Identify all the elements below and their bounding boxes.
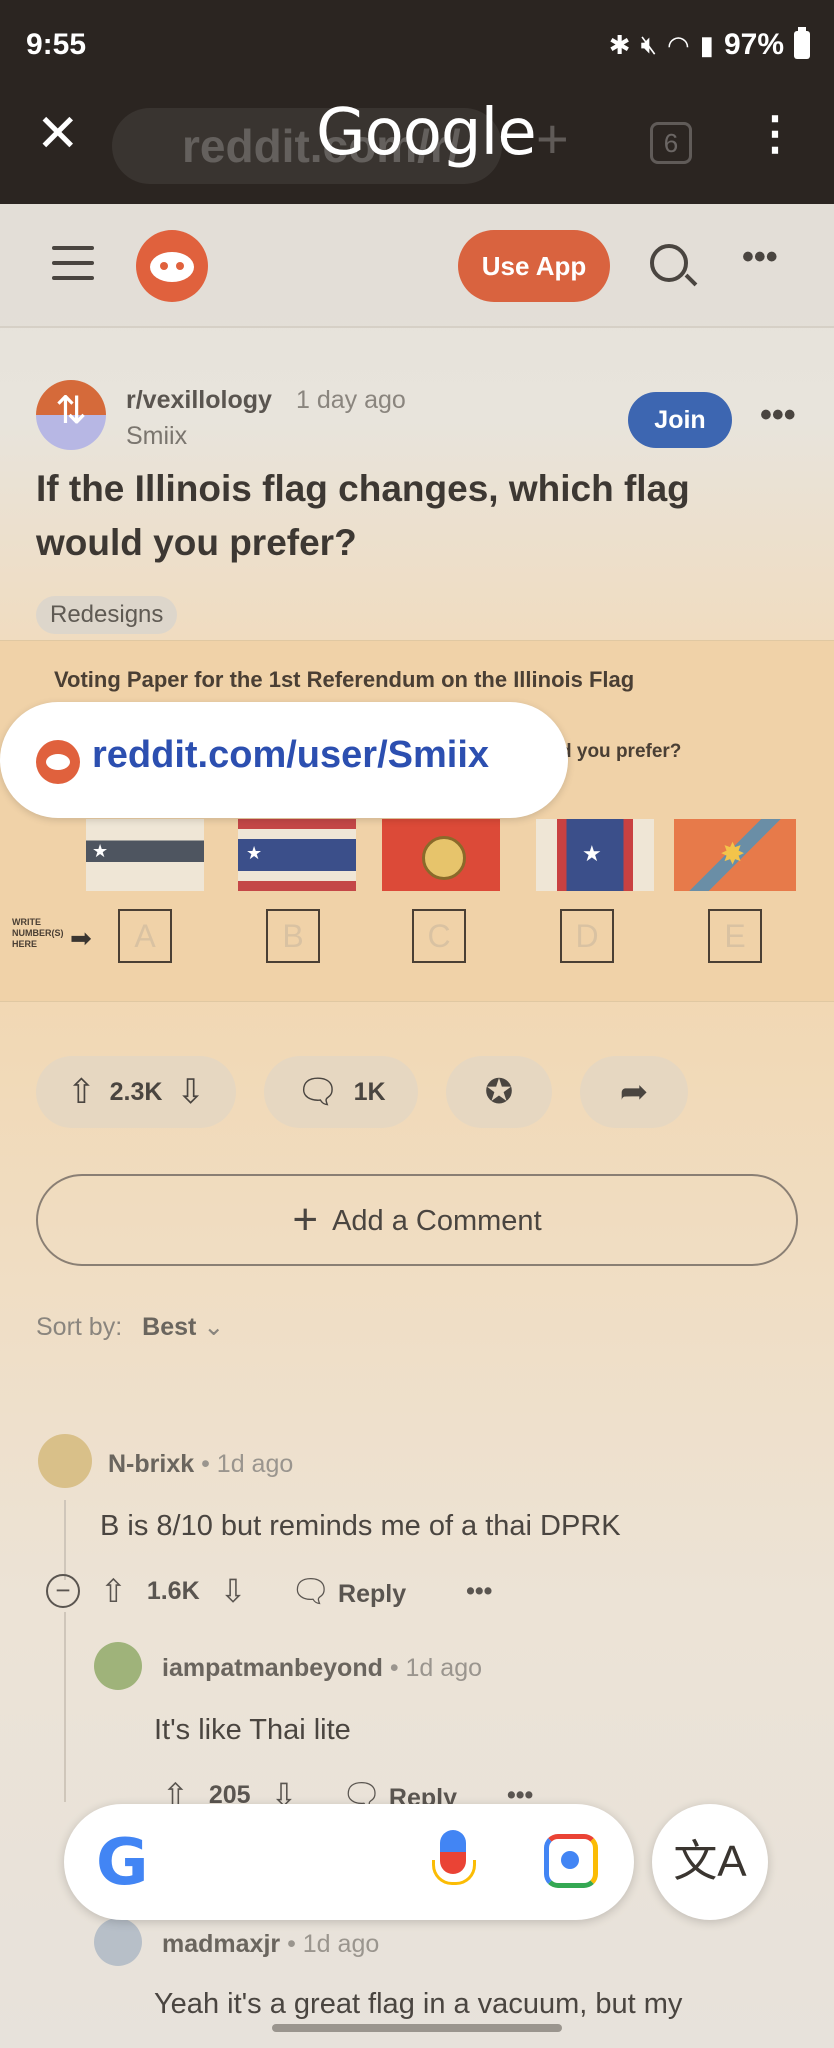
- thread-line: [64, 1612, 66, 1802]
- award-button[interactable]: ✪: [446, 1056, 552, 1128]
- flag-option-d: [536, 819, 654, 891]
- google-logo: Google: [316, 96, 537, 170]
- vote-box-e: E: [708, 909, 762, 963]
- comment-author[interactable]: madmaxjr • 1d ago: [162, 1930, 379, 1959]
- add-comment-button[interactable]: + Add a Comment: [36, 1174, 798, 1266]
- translate-icon[interactable]: 文A: [652, 1804, 768, 1920]
- comment-body: B is 8/10 but reminds me of a thai DPRK: [100, 1510, 621, 1542]
- avatar[interactable]: [94, 1642, 142, 1690]
- subreddit-avatar[interactable]: [36, 380, 106, 450]
- upvote-icon[interactable]: ⇧: [100, 1572, 127, 1610]
- lens-icon[interactable]: [544, 1834, 598, 1888]
- vote-pill: ⇧ 2.3K ⇩: [36, 1056, 236, 1128]
- join-button[interactable]: Join: [628, 392, 732, 448]
- downvote-icon[interactable]: ⇩: [176, 1072, 205, 1112]
- plus-icon: +: [292, 1195, 319, 1244]
- flag-option-e: [674, 819, 796, 891]
- microphone-icon[interactable]: [432, 1830, 476, 1885]
- avatar[interactable]: [38, 1434, 92, 1488]
- url-chip-text[interactable]: reddit.com/user/Smiix: [92, 734, 489, 777]
- post-flair[interactable]: Redesigns: [36, 596, 178, 634]
- avatar[interactable]: [94, 1918, 142, 1966]
- reply-icon: 🗨︎: [290, 1573, 332, 1609]
- flag-option-a: [86, 819, 204, 891]
- status-time: 9:55: [26, 28, 87, 61]
- comment-more-icon[interactable]: •••: [466, 1577, 492, 1606]
- add-comment-label: Add a Comment: [332, 1205, 542, 1237]
- battery-icon: [794, 27, 810, 59]
- comment-author[interactable]: iampatmanbeyond • 1d ago: [162, 1654, 482, 1683]
- post-author[interactable]: Smiix: [126, 422, 187, 451]
- status-icons: ✱ 🔇︎ ◠ ▮ 97%: [608, 27, 810, 62]
- comment-count: 1K: [353, 1077, 386, 1106]
- post-image[interactable]: Voting Paper for the 1st Referendum on t…: [0, 640, 834, 1002]
- mute-icon: 🔇︎: [640, 29, 657, 59]
- vote-box-d: D: [560, 909, 614, 963]
- write-label: WRITE NUMBER(S) HERE: [12, 917, 64, 949]
- bluetooth-icon: ✱: [608, 29, 631, 60]
- collapse-icon[interactable]: −: [46, 1574, 80, 1608]
- signal-icon: ▮: [699, 29, 714, 60]
- search-icon[interactable]: [650, 244, 688, 282]
- flag-option-b: [238, 819, 356, 891]
- vote-box-a: A: [118, 909, 172, 963]
- status-bar: 9:55 ✱ 🔇︎ ◠ ▮ 97%: [0, 0, 834, 92]
- vote-box-b: B: [266, 909, 320, 963]
- google-overlay-top: reddit.com/r/ ✕ Google + 6 ⋮: [0, 92, 834, 204]
- google-g-icon: G: [96, 1826, 149, 1900]
- award-icon: ✪: [484, 1073, 514, 1111]
- reddit-logo-icon[interactable]: [136, 230, 208, 302]
- comments-button[interactable]: 🗨︎ 1K: [264, 1056, 418, 1128]
- url-chip[interactable]: reddit.com/user/Smiix: [0, 702, 568, 818]
- reddit-icon: [36, 740, 80, 784]
- flag-option-c: [382, 819, 500, 891]
- arrow-right-icon: ➡: [70, 923, 92, 953]
- image-question: d you prefer?: [560, 741, 682, 762]
- reddit-header: Use App •••: [0, 204, 834, 328]
- sort-label: Sort by:: [36, 1313, 123, 1341]
- comment-icon: 🗨︎: [296, 1073, 340, 1111]
- comment-actions: − ⇧ 1.6K ⇩ 🗨︎ Reply •••: [46, 1572, 492, 1610]
- post-title[interactable]: If the Illinois flag changes, which flag…: [36, 462, 776, 570]
- header-more-icon[interactable]: •••: [742, 238, 778, 277]
- post-time: 1 day ago: [296, 386, 406, 414]
- menu-icon[interactable]: [52, 246, 94, 280]
- share-button[interactable]: ➦: [580, 1056, 688, 1128]
- comment-body: It's like Thai lite: [154, 1714, 351, 1746]
- post-more-icon[interactable]: •••: [760, 396, 796, 435]
- battery-percent: 97%: [723, 28, 784, 61]
- thread-line: [64, 1500, 66, 1580]
- upvote-icon[interactable]: ⇧: [67, 1072, 96, 1112]
- close-icon[interactable]: ✕: [36, 108, 80, 160]
- subreddit-name[interactable]: r/vexillology: [126, 386, 272, 415]
- comment-votes: 1.6K: [146, 1576, 200, 1605]
- comment-author[interactable]: N-brixk • 1d ago: [108, 1450, 293, 1479]
- vote-count: 2.3K: [109, 1077, 163, 1106]
- downvote-icon[interactable]: ⇩: [220, 1572, 247, 1610]
- page: 9:55 ✱ 🔇︎ ◠ ▮ 97% reddit.com/r/ ✕ Google…: [0, 0, 834, 2048]
- sort-value[interactable]: Best: [142, 1313, 196, 1341]
- chevron-down-icon: ⌄: [203, 1313, 225, 1341]
- home-indicator: [272, 2024, 562, 2032]
- sort-control[interactable]: Sort by: Best ⌄: [36, 1312, 224, 1342]
- new-tab-icon: +: [536, 107, 569, 170]
- reply-button[interactable]: 🗨︎ Reply: [290, 1572, 406, 1610]
- vote-box-c: C: [412, 909, 466, 963]
- tab-count: 6: [650, 122, 692, 164]
- share-icon: ➦: [619, 1073, 649, 1111]
- comment-body: Yeah it's a great flag in a vacuum, but …: [154, 1988, 683, 2020]
- wifi-icon: ◠: [666, 29, 690, 60]
- google-search-bar[interactable]: G: [64, 1804, 634, 1920]
- overflow-menu-icon[interactable]: ⋮: [752, 110, 798, 156]
- image-heading: Voting Paper for the 1st Referendum on t…: [54, 667, 635, 692]
- use-app-button[interactable]: Use App: [458, 230, 610, 302]
